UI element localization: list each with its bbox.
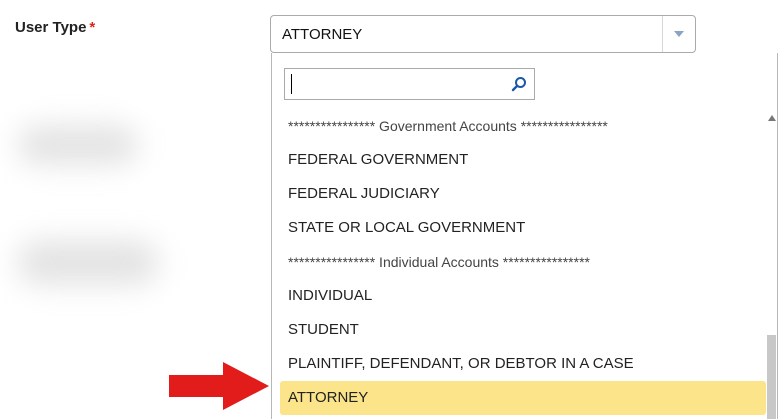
blurred-background-content	[18, 125, 138, 165]
option-plaintiff-defendant-debtor[interactable]: PLAINTIFF, DEFENDANT, OR DEBTOR IN A CAS…	[280, 347, 766, 381]
chevron-down-icon[interactable]	[662, 16, 695, 52]
text-caret	[291, 74, 292, 94]
option-state-or-local-government[interactable]: STATE OR LOCAL GOVERNMENT	[280, 211, 766, 245]
page: User Type * ATTORNEY **************** Gov…	[0, 0, 778, 419]
user-type-label-text: User Type	[15, 19, 87, 36]
red-arrow-icon	[169, 362, 269, 410]
selected-value: ATTORNEY	[282, 26, 363, 43]
option-student[interactable]: STUDENT	[280, 313, 766, 347]
blurred-background-content	[18, 240, 158, 285]
dropdown-scrollbar[interactable]	[766, 109, 777, 419]
user-type-label: User Type *	[15, 19, 95, 36]
scrollbar-thumb[interactable]	[767, 335, 776, 419]
user-type-dropdown: **************** Government Accounts ***…	[271, 53, 778, 419]
search-icon	[511, 76, 527, 92]
option-federal-government[interactable]: FEDERAL GOVERNMENT	[280, 143, 766, 177]
required-indicator: *	[89, 19, 96, 36]
option-group-header: **************** Individual Accounts ***…	[288, 254, 590, 270]
dropdown-options-list: **************** Government Accounts ***…	[280, 109, 766, 415]
option-attorney[interactable]: ATTORNEY	[280, 381, 766, 415]
user-type-select[interactable]: ATTORNEY	[270, 15, 696, 53]
dropdown-search-input[interactable]	[285, 69, 505, 99]
option-group-header: **************** Government Accounts ***…	[288, 118, 608, 134]
scroll-up-arrow-icon[interactable]	[768, 115, 776, 121]
option-federal-judiciary[interactable]: FEDERAL JUDICIARY	[280, 177, 766, 211]
dropdown-search-box[interactable]	[284, 68, 535, 100]
option-individual[interactable]: INDIVIDUAL	[280, 279, 766, 313]
